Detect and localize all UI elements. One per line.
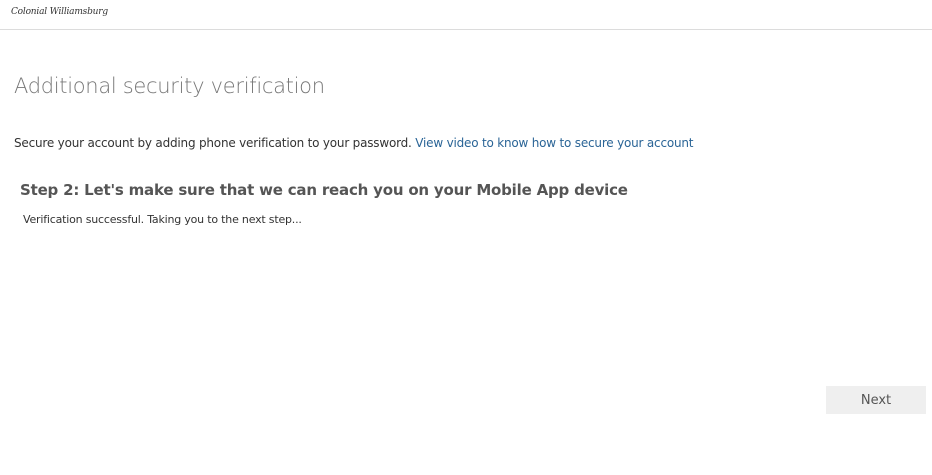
step-title: Step 2: Let's make sure that we can reac… <box>20 181 628 199</box>
page-title: Additional security verification <box>14 74 325 98</box>
page: Colonial Williamsburg Additional securit… <box>0 0 932 475</box>
company-logo: Colonial Williamsburg <box>11 7 108 17</box>
view-video-link[interactable]: View video to know how to secure your ac… <box>415 136 693 150</box>
intro-text: Secure your account by adding phone veri… <box>14 136 416 150</box>
header-bar: Colonial Williamsburg <box>0 0 932 30</box>
intro-paragraph: Secure your account by adding phone veri… <box>14 136 694 150</box>
next-button[interactable]: Next <box>826 386 926 414</box>
status-message: Verification successful. Taking you to t… <box>23 213 302 226</box>
